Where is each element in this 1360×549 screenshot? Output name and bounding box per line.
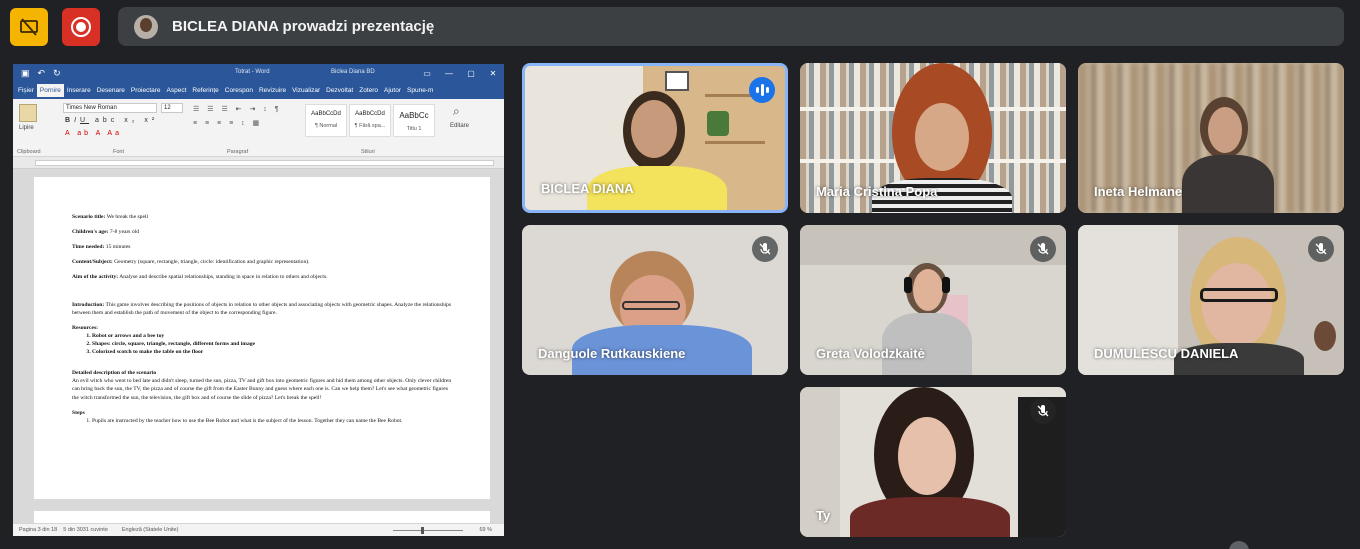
group-clipboard: Clipboard (17, 149, 41, 155)
zoom-slider[interactable] (393, 530, 463, 531)
redo-icon[interactable]: ↻ (53, 68, 61, 79)
tab-inserare[interactable]: Inserare (64, 84, 94, 97)
status-bar: Pagina 3 din 18 5 din 3031 cuvinte Engle… (13, 523, 504, 536)
tab-pornire[interactable]: Pornire (36, 84, 64, 97)
document-name: Totrat - Word (235, 69, 270, 75)
more-options-button[interactable] (1229, 541, 1249, 549)
participant-tile[interactable]: BICLEA DIANA (522, 63, 788, 213)
tab-zotero[interactable]: Zotero (356, 84, 381, 97)
group-styles: Stiluri (361, 149, 375, 155)
content-line: Content/Subject: Geometry (square, recta… (72, 259, 310, 266)
tab-vizualizare[interactable]: Vizualizar (289, 84, 323, 97)
font-color-buttons[interactable]: A ab A Aa (65, 130, 122, 137)
muted-mic-icon (1030, 236, 1056, 262)
tab-referinte[interactable]: Referințe (189, 84, 221, 97)
paragraph-buttons[interactable]: ☰ ☰ ☰ ⇤ ⇥ ↕ ¶ (193, 105, 282, 113)
participant-name: Danguole Rutkauskiene (538, 346, 686, 361)
presenter-text: BICLEA DIANA prowadzi prezentację (172, 18, 435, 35)
tab-dezvoltator[interactable]: Dezvoltat (323, 84, 356, 97)
format-buttons[interactable]: BIU abc x₂ x² (65, 117, 158, 124)
present-off-icon (20, 18, 38, 36)
recording-button[interactable] (62, 8, 100, 46)
participant-tile[interactable]: Danguole Rutkauskiene (522, 225, 788, 375)
steps-list: Pupils are instructed by the teacher how… (84, 417, 452, 425)
time-line: Time needed: 15 minutes (72, 244, 131, 251)
group-font: Font (113, 149, 125, 155)
tell-me-search[interactable]: Spune-m (404, 84, 436, 97)
ruler[interactable] (13, 157, 504, 169)
speaking-indicator (749, 77, 775, 103)
paste-icon[interactable] (19, 104, 37, 122)
tab-aspect[interactable]: Aspect (164, 84, 190, 97)
style-no-spacing[interactable]: AaBbCcDd ¶ Fără spa... (349, 104, 391, 137)
font-size-field[interactable]: 12 (161, 103, 183, 113)
zoom-level[interactable]: 69 % (479, 527, 492, 533)
save-icon[interactable]: ▣ (21, 68, 30, 79)
participant-tile[interactable]: Ineta Helmane (1078, 63, 1344, 213)
participant-name: DUMULESCU DANIELA (1094, 346, 1239, 361)
stop-presenting-button[interactable] (10, 8, 48, 46)
page-indicator[interactable]: Pagina 3 din 18 (19, 527, 57, 533)
user-name: Biclea Diana BD (331, 69, 375, 75)
presenter-avatar (134, 14, 158, 39)
document-area[interactable]: Scenario title: We break the spell Child… (13, 169, 504, 523)
font-name-field[interactable]: Times New Roman (63, 103, 157, 113)
ribbon: Lipire Times New Roman 12 BIU abc x₂ x² … (13, 99, 504, 157)
record-icon (71, 17, 91, 37)
list-item: Shapes: circle, square, triangle, rectan… (92, 340, 452, 348)
next-page (34, 511, 490, 523)
ages-line: Children's age: 7-8 years old (72, 229, 140, 236)
style-normal[interactable]: AaBbCcDd ¶ Normal (305, 104, 347, 137)
participant-name: Maria Cristina Popa (816, 184, 938, 199)
edit-label[interactable]: Editare (450, 123, 469, 129)
presentation-banner: BICLEA DIANA prowadzi prezentację (118, 7, 1344, 46)
minimize-icon[interactable]: — (438, 64, 460, 82)
undo-icon[interactable]: ↶ (38, 68, 46, 79)
find-icon[interactable]: ⌕ (453, 104, 471, 120)
tab-proiectare[interactable]: Proiectare (128, 84, 164, 97)
participant-name: Ty (816, 508, 831, 523)
word-title-bar: ▣ ↶ ↻ Totrat - Word Biclea Diana BD ▭ — … (13, 64, 504, 82)
detailed-heading: Detailed description of the scenario (72, 370, 157, 377)
meet-window: BICLEA DIANA prowadzi prezentację ▣ ↶ ↻ … (0, 0, 1360, 549)
participant-tile[interactable]: DUMULESCU DANIELA (1078, 225, 1344, 375)
ribbon-tabs: Fișier Pornire Inserare Desenare Proiect… (13, 82, 504, 99)
participant-tile-self[interactable]: Ty (800, 387, 1066, 537)
document-page[interactable]: Scenario title: We break the spell Child… (34, 177, 490, 499)
scenario-line: Scenario title: We break the spell (72, 214, 149, 220)
detailed-paragraph: An evil witch who went to bed late and d… (72, 378, 452, 401)
muted-mic-icon (1030, 398, 1056, 424)
intro-paragraph: Introduction: This game involves describ… (72, 301, 452, 316)
participant-name: BICLEA DIANA (541, 181, 634, 196)
participant-tile[interactable]: Greta Volodzkaitė (800, 225, 1066, 375)
steps-heading: Steps (72, 409, 85, 416)
tab-revizuire[interactable]: Revizuire (256, 84, 289, 97)
paste-label[interactable]: Lipire (19, 125, 34, 131)
list-item: Colorized scotch to make the table on th… (92, 348, 452, 356)
tab-desenare[interactable]: Desenare (94, 84, 128, 97)
shared-screen-word: ▣ ↶ ↻ Totrat - Word Biclea Diana BD ▭ — … (13, 64, 504, 536)
tab-fisier[interactable]: Fișier (15, 84, 37, 97)
aim-line: Aim of the activity: Analyse and describ… (72, 274, 328, 281)
language-indicator[interactable]: Engleză (Statele Unite) (122, 527, 179, 533)
style-heading-1[interactable]: AaBbCc Titlu 1 (393, 104, 435, 137)
participant-name: Greta Volodzkaitė (816, 346, 925, 361)
muted-mic-icon (1308, 236, 1334, 262)
list-item: Pupils are instructed by the teacher how… (92, 417, 452, 425)
group-paragraph: Paragraf (227, 149, 249, 155)
muted-mic-icon (752, 236, 778, 262)
zoom-slider-knob[interactable] (421, 527, 424, 534)
participant-tile[interactable]: Maria Cristina Popa (800, 63, 1066, 213)
ribbon-options-icon[interactable]: ▭ (416, 64, 438, 82)
participant-name: Ineta Helmane (1094, 184, 1183, 199)
tab-corespondenta[interactable]: Corespon (222, 84, 256, 97)
list-item: Robot or arrows and a bee toy (92, 332, 452, 340)
resources-list: Robot or arrows and a bee toy Shapes: ci… (84, 332, 452, 356)
resources-heading: Resources: (72, 324, 98, 331)
close-icon[interactable]: ✕ (482, 64, 504, 82)
alignment-buttons[interactable]: ≡ ≡ ≡ ≡ ↕ ▦ (193, 119, 262, 127)
maximize-icon[interactable]: ▢ (460, 64, 482, 82)
tab-ajutor[interactable]: Ajutor (381, 84, 404, 97)
word-count[interactable]: 5 din 3031 cuvinte (63, 527, 108, 533)
